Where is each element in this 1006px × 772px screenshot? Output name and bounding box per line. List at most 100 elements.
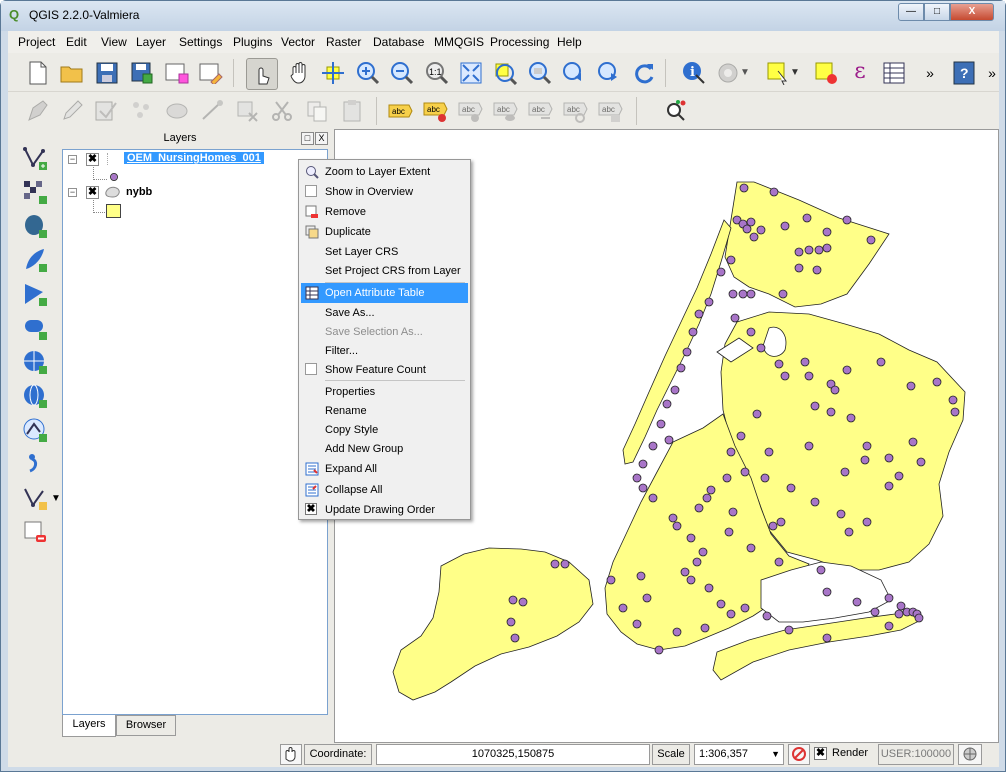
toggle-editing-icon[interactable] [58, 97, 86, 125]
menu-database[interactable]: Database [373, 35, 424, 49]
menu-item-save-as[interactable]: Save As... [301, 303, 468, 323]
remove-layer-icon[interactable] [20, 517, 50, 547]
add-wcs-layer-icon[interactable] [20, 381, 50, 411]
menu-edit[interactable]: Edit [66, 35, 87, 49]
menu-processing[interactable]: Processing [490, 35, 549, 49]
menu-item-update-drawing-order[interactable]: ✖ Update Drawing Order [301, 500, 468, 520]
layer-visibility-checkbox[interactable]: ✖ [86, 153, 99, 166]
menu-item-duplicate[interactable]: Duplicate [301, 222, 468, 242]
menu-item-collapse-all[interactable]: Collapse All [301, 480, 468, 500]
current-edits-icon[interactable] [24, 97, 52, 125]
menu-raster[interactable]: Raster [326, 35, 361, 49]
copy-features-icon[interactable] [303, 97, 331, 125]
label-pin-icon[interactable]: abc [421, 97, 449, 125]
scale-select[interactable]: 1:306,357 ▼ [694, 744, 784, 765]
zoom-in-icon[interactable] [354, 59, 382, 87]
label-move-icon[interactable]: abc [526, 97, 554, 125]
menu-layer[interactable]: Layer [136, 35, 166, 49]
menu-item-rename[interactable]: Rename [301, 401, 468, 421]
open-attribute-table-icon[interactable] [880, 59, 908, 87]
layer-name[interactable]: OEM_NursingHomes_001 [124, 152, 264, 164]
minimize-button[interactable]: — [898, 3, 924, 21]
help-icon[interactable]: ? [950, 59, 978, 87]
add-oracle-layer-icon[interactable] [20, 313, 50, 343]
menu-mmqgis[interactable]: MMQGIS [434, 35, 484, 49]
zoom-native-icon[interactable]: 1:1 [423, 59, 451, 87]
move-feature-icon[interactable] [163, 97, 191, 125]
layer-name[interactable]: nybb [126, 186, 152, 198]
cut-features-icon[interactable] [268, 97, 296, 125]
menu-view[interactable]: View [101, 35, 127, 49]
add-vector-layer-icon[interactable] [20, 143, 50, 173]
menu-item-remove[interactable]: Remove [301, 202, 468, 222]
layer-visibility-checkbox[interactable]: ✖ [86, 186, 99, 199]
add-wfs-layer-icon[interactable] [20, 415, 50, 445]
stop-render-icon[interactable] [788, 744, 810, 765]
maximize-button[interactable]: □ [924, 3, 950, 21]
delete-selected-icon[interactable] [233, 97, 261, 125]
add-postgis-layer-icon[interactable] [20, 211, 50, 241]
touch-zoom-pan-icon[interactable] [246, 58, 278, 90]
pan-map-icon[interactable] [285, 59, 313, 87]
menu-item-filter[interactable]: Filter... [301, 341, 468, 361]
add-raster-layer-icon[interactable] [20, 177, 50, 207]
node-tool-icon[interactable] [198, 97, 226, 125]
dock-float-button[interactable]: □ [301, 132, 314, 145]
menu-item-add-new-group[interactable]: Add New Group [301, 439, 468, 459]
save-edits-icon[interactable] [92, 97, 120, 125]
menu-item-properties[interactable]: Properties [301, 382, 468, 402]
add-feature-icon[interactable] [128, 97, 156, 125]
label-highlight-icon[interactable]: abc [456, 97, 484, 125]
open-project-icon[interactable] [58, 59, 86, 87]
collapse-toggle[interactable]: − [68, 188, 77, 197]
label-rotate-icon[interactable]: abc [561, 97, 589, 125]
menu-project[interactable]: Project [18, 35, 55, 49]
label-show-hide-icon[interactable]: abc [491, 97, 519, 125]
chevron-down-icon[interactable]: ▼ [788, 59, 802, 87]
identify-features-icon[interactable]: i [680, 59, 708, 87]
zoom-out-icon[interactable] [388, 59, 416, 87]
zoom-full-icon[interactable] [457, 59, 485, 87]
save-as-icon[interactable] [128, 59, 156, 87]
menu-item-show-in-overview[interactable]: Show in Overview [301, 182, 468, 202]
menu-item-show-feature-count[interactable]: Show Feature Count [301, 360, 468, 380]
add-spatialite-layer-icon[interactable] [20, 245, 50, 275]
menu-item-copy-style[interactable]: Copy Style [301, 420, 468, 440]
tab-browser[interactable]: Browser [116, 715, 176, 736]
menu-item-open-attribute-table[interactable]: Open Attribute Table [301, 283, 468, 303]
menu-settings[interactable]: Settings [179, 35, 222, 49]
new-project-icon[interactable] [24, 59, 52, 87]
layer-labeling-icon[interactable]: abc [386, 97, 414, 125]
menu-plugins[interactable]: Plugins [233, 35, 272, 49]
toolbar-overflow[interactable]: » [978, 59, 1006, 87]
menu-item-zoom-to-layer-extent[interactable]: Zoom to Layer Extent [301, 162, 468, 182]
save-project-icon[interactable] [93, 59, 121, 87]
composer-manager-icon[interactable] [197, 59, 225, 87]
add-delimited-text-layer-icon[interactable] [20, 449, 50, 479]
deselect-all-icon[interactable] [812, 59, 840, 87]
menu-item-expand-all[interactable]: Expand All [301, 459, 468, 479]
dock-close-button[interactable]: X [315, 132, 328, 145]
label-properties-icon[interactable]: abc [596, 97, 624, 125]
zoom-next-icon[interactable] [595, 59, 623, 87]
search-icon[interactable] [663, 97, 691, 125]
new-shapefile-layer-icon[interactable] [20, 483, 50, 513]
zoom-last-icon[interactable] [560, 59, 588, 87]
new-print-composer-icon[interactable] [163, 59, 191, 87]
crs-globe-icon[interactable] [958, 744, 982, 765]
field-calculator-icon[interactable]: ε [846, 58, 874, 86]
zoom-to-selection-icon[interactable] [491, 59, 519, 87]
render-checkbox[interactable]: ✖ [814, 747, 827, 760]
tab-layers[interactable]: Layers [62, 715, 116, 737]
menu-help[interactable]: Help [557, 35, 582, 49]
menu-vector[interactable]: Vector [281, 35, 315, 49]
close-button[interactable]: X [950, 3, 994, 21]
zoom-to-layer-icon[interactable] [526, 59, 554, 87]
messages-icon[interactable] [280, 744, 302, 765]
coordinate-field[interactable]: 1070325,150875 [376, 744, 650, 765]
refresh-icon[interactable] [630, 59, 658, 87]
pan-to-selection-icon[interactable] [319, 59, 347, 87]
menu-item-set-project-crs[interactable]: Set Project CRS from Layer [301, 261, 468, 281]
toolbar-overflow[interactable]: » [916, 59, 944, 87]
paste-features-icon[interactable] [338, 97, 366, 125]
